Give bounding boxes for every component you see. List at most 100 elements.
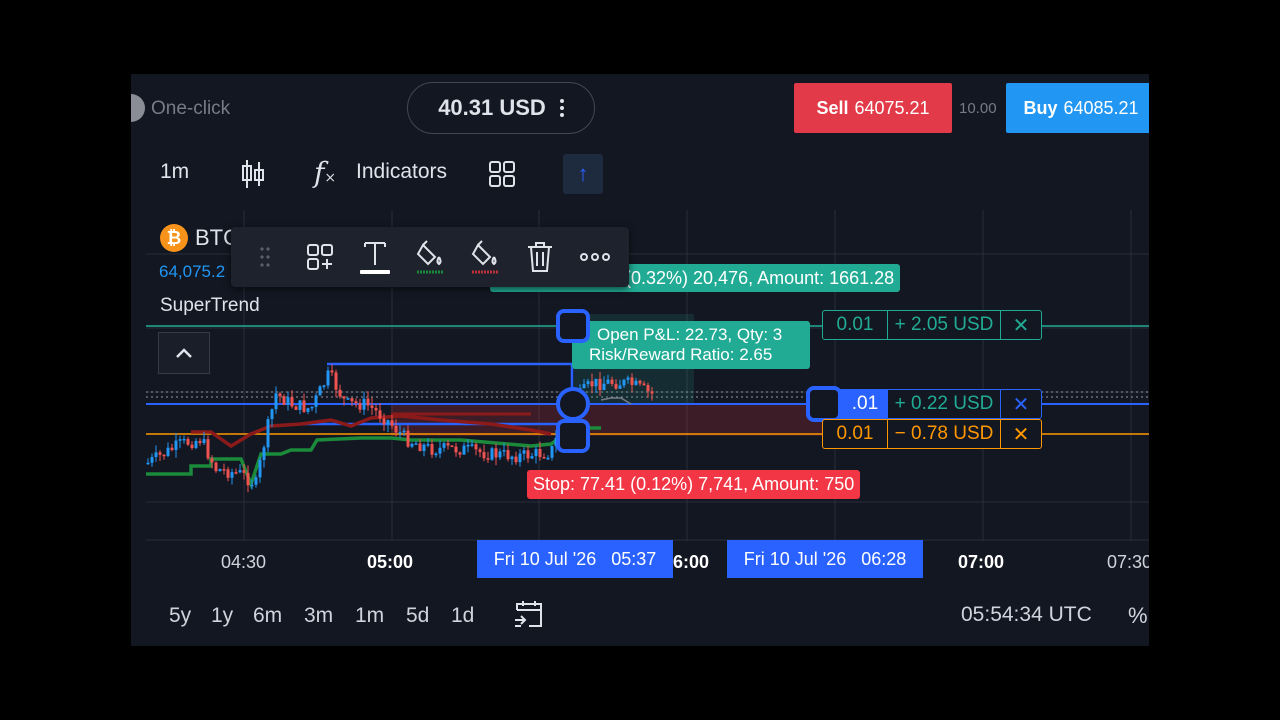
tp-qty[interactable]: 0.01 — [823, 311, 887, 339]
arrow-up-icon[interactable]: ↑ — [563, 154, 603, 194]
candle-body — [606, 379, 610, 384]
candle-body — [434, 453, 438, 456]
candle-body — [514, 456, 518, 463]
candle-body — [286, 397, 290, 405]
candle-body — [262, 447, 266, 461]
range-6m[interactable]: 6m — [253, 604, 282, 628]
candle-body — [454, 446, 458, 453]
candle-body — [258, 460, 262, 478]
candle-body — [186, 438, 190, 445]
candle-body — [290, 397, 294, 407]
sl-close-icon[interactable]: ✕ — [1001, 420, 1041, 448]
candle-body — [530, 456, 534, 459]
candle-body — [510, 456, 514, 460]
stop-loss-order[interactable]: 0.01 − 0.78 USD ✕ — [822, 419, 1042, 449]
candle-body — [366, 398, 370, 406]
time-label: 05:00 — [367, 552, 414, 572]
candle-body — [594, 378, 598, 387]
candle-body — [426, 444, 430, 446]
entry-order-handle[interactable] — [806, 386, 842, 422]
candle-body — [390, 420, 394, 426]
tp-close-icon[interactable]: ✕ — [1001, 311, 1041, 339]
fill-green-icon[interactable] — [408, 235, 452, 279]
candle-body — [638, 380, 642, 384]
range-1m[interactable]: 1m — [355, 604, 384, 628]
indicators-button[interactable]: Indicators — [356, 160, 447, 184]
candle-body — [182, 438, 186, 441]
fx-icon[interactable]: f× — [314, 156, 336, 189]
more-icon[interactable] — [573, 235, 617, 279]
candle-body — [162, 454, 166, 457]
fill-red-icon[interactable] — [463, 235, 507, 279]
range-1d[interactable]: 1d — [451, 604, 474, 628]
pnl-line-2: Risk/Reward Ratio: 2.65 — [589, 345, 773, 364]
sell-button[interactable]: Sell 64075.21 — [794, 83, 952, 133]
time-badge-start[interactable]: Fri 10 Jul '26 05:37 — [477, 540, 673, 578]
candle-body — [634, 380, 638, 385]
candle-body — [190, 444, 194, 449]
range-5y[interactable]: 5y — [169, 604, 191, 628]
candle-body — [410, 443, 414, 447]
candle-body — [506, 450, 510, 460]
time-badge-end[interactable]: Fri 10 Jul '26 06:28 — [727, 540, 923, 578]
candle-body — [494, 448, 498, 458]
range-3m[interactable]: 3m — [304, 604, 333, 628]
interval-button[interactable]: 1m — [160, 160, 189, 184]
calendar-goto-icon[interactable] — [513, 600, 545, 635]
trash-icon[interactable] — [518, 235, 562, 279]
entry-drag-handle[interactable] — [556, 387, 590, 421]
entry-order[interactable]: .01 + 0.22 USD ✕ — [822, 389, 1042, 419]
chevron-up-icon — [176, 348, 192, 358]
candle-body — [178, 439, 182, 441]
text-icon[interactable] — [353, 235, 397, 279]
balance-value: 40.31 USD — [438, 95, 546, 120]
one-click-label[interactable]: One-click — [151, 98, 230, 120]
candle-body — [318, 386, 322, 396]
entry-close-icon[interactable]: ✕ — [1001, 390, 1041, 418]
candle-body — [386, 420, 390, 425]
collapse-legend-button[interactable] — [158, 332, 210, 374]
candles-icon[interactable] — [240, 158, 266, 195]
buy-button[interactable]: Buy 64085.21 — [1006, 83, 1149, 133]
pnl-line-1: Open P&L: 22.73, Qty: 3 — [597, 325, 783, 344]
candle-body — [354, 401, 358, 404]
indicator-label[interactable]: SuperTrend — [160, 295, 260, 317]
position-pnl-box[interactable]: Open P&L: 22.73, Qty: 3 Risk/Reward Rati… — [572, 321, 810, 369]
candle-body — [414, 443, 418, 445]
candle-body — [278, 393, 282, 397]
drag-handle-icon[interactable] — [243, 235, 287, 279]
percent-toggle[interactable]: % — [1128, 603, 1148, 629]
candle-body — [470, 444, 474, 446]
candle-body — [326, 370, 330, 386]
sl-qty[interactable]: 0.01 — [823, 420, 887, 448]
candle-body — [438, 447, 442, 454]
candle-body — [274, 393, 278, 410]
candle-body — [358, 403, 362, 410]
candle-body — [622, 379, 626, 386]
candle-body — [430, 444, 434, 455]
spread-value: 10.00 — [959, 100, 997, 117]
range-1y[interactable]: 1y — [211, 604, 233, 628]
add-template-icon[interactable] — [298, 235, 342, 279]
stop-drag-handle[interactable] — [556, 419, 590, 453]
time-badge-start-text: Fri 10 Jul '26 05:37 — [493, 548, 657, 569]
candle-body — [482, 452, 486, 459]
candle-body — [450, 445, 454, 448]
account-balance-button[interactable]: 40.31 USD — [407, 82, 595, 134]
take-profit-order[interactable]: 0.01 + 2.05 USD ✕ — [822, 310, 1042, 340]
candle-body — [402, 430, 406, 433]
candle-body — [342, 396, 346, 399]
candle-body — [166, 447, 170, 456]
utc-clock[interactable]: 05:54:34 UTC — [961, 603, 1092, 627]
candle-body — [582, 384, 586, 389]
candle-body — [154, 452, 158, 457]
candle-body — [626, 377, 630, 380]
range-5d[interactable]: 5d — [406, 604, 429, 628]
stop-label[interactable]: Stop: 77.41 (0.12%) 7,741, Amount: 750 — [527, 470, 861, 499]
candle-body — [522, 450, 526, 454]
target-drag-handle[interactable] — [556, 309, 590, 343]
candle-body — [502, 450, 506, 452]
candle-body — [174, 440, 178, 450]
candle-body — [490, 448, 494, 460]
layout-icon[interactable] — [488, 160, 516, 193]
